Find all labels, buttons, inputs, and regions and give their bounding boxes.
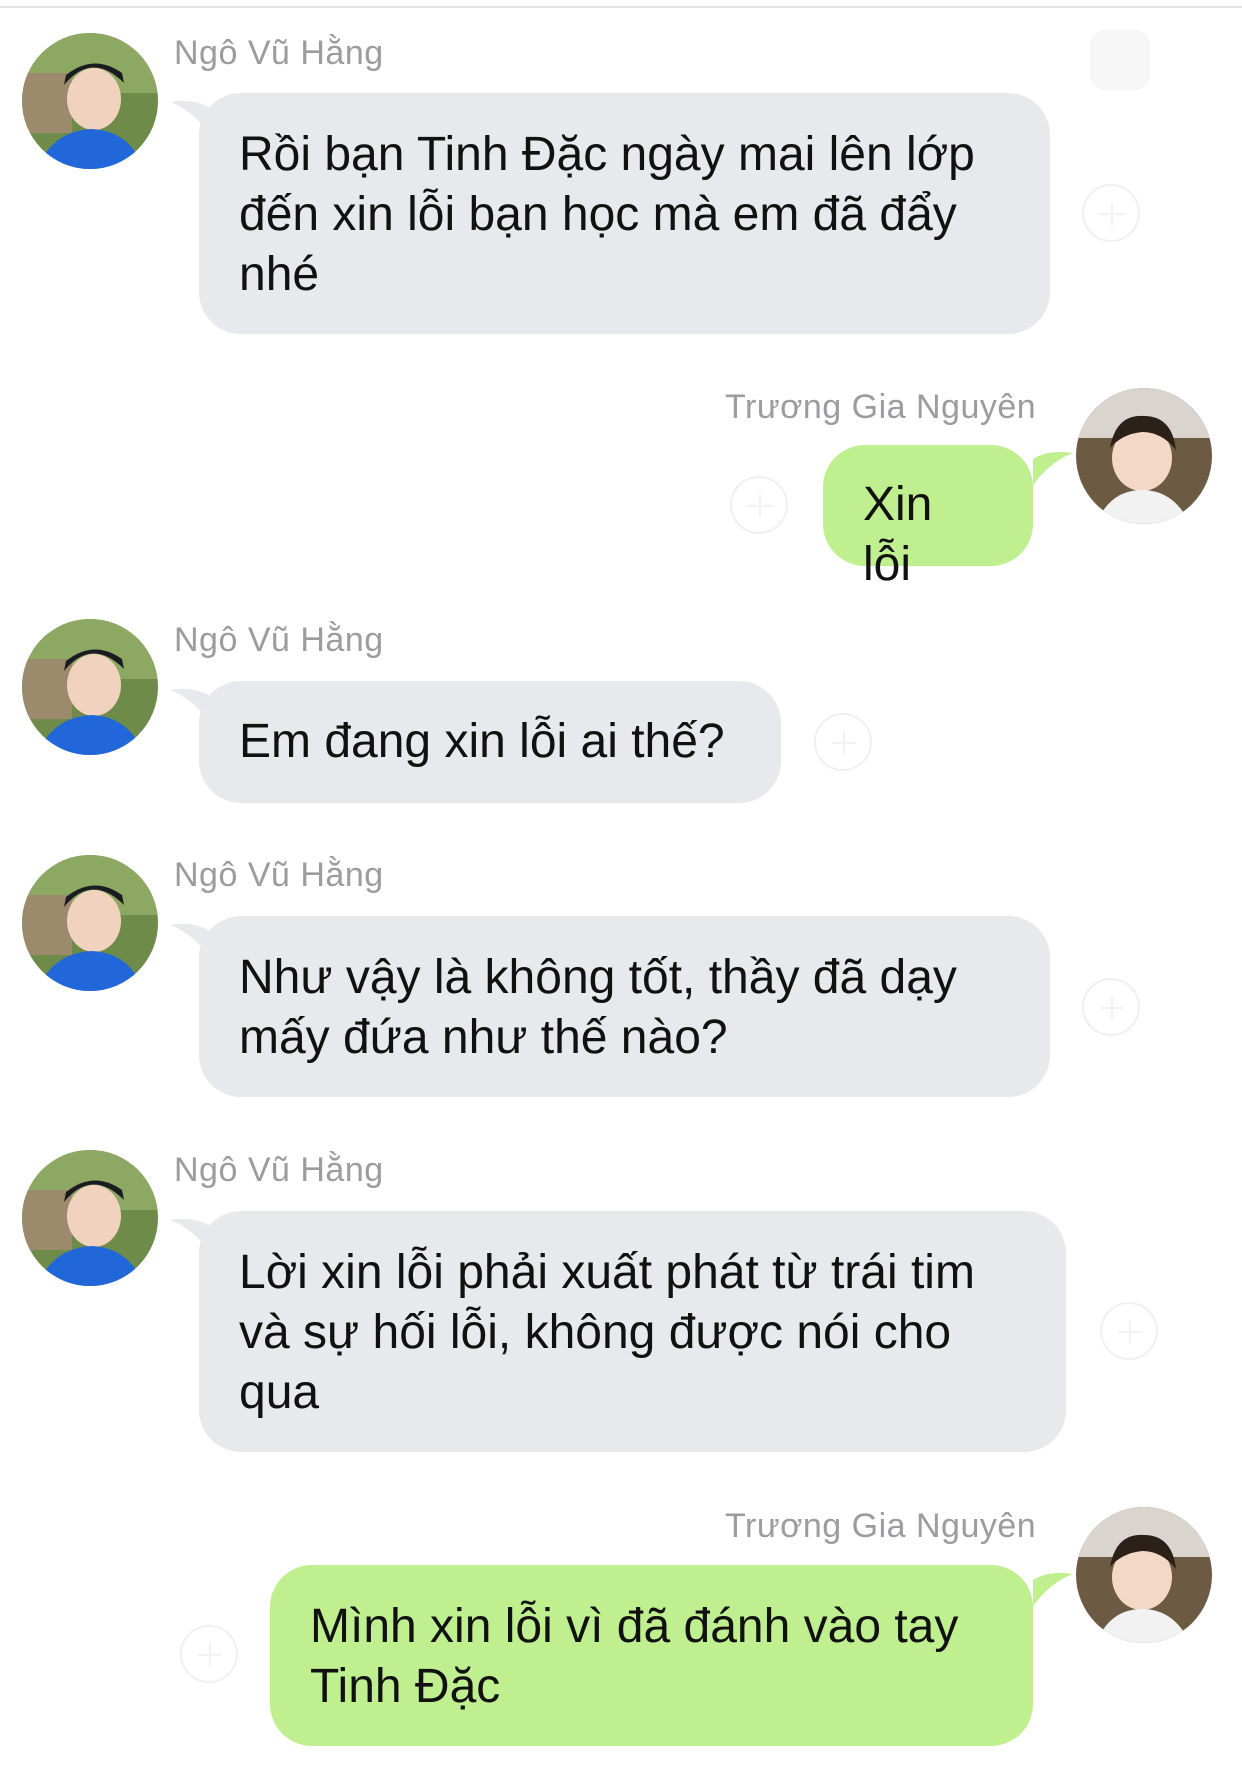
avatar-photo-icon — [1076, 388, 1212, 524]
sender-avatar-truong-gia-nguyen[interactable] — [1076, 1507, 1212, 1643]
sender-name: Trương Gia Nguyên — [725, 388, 1037, 426]
add-reaction-icon[interactable] — [1082, 978, 1140, 1036]
avatar-photo-icon — [22, 855, 158, 991]
avatar-photo-icon — [22, 619, 158, 755]
top-divider — [0, 6, 1242, 8]
sender-avatar-truong-gia-nguyen[interactable] — [1076, 388, 1212, 524]
message-bubble[interactable]: Xin lỗi — [823, 445, 1033, 591]
message-bubble[interactable]: Mình xin lỗi vì đã đánh vào tay Tinh Đặc — [270, 1565, 1033, 1746]
sender-avatar-ngo-vu-hang[interactable] — [22, 619, 158, 755]
add-reaction-icon[interactable] — [730, 476, 788, 534]
message-bubble[interactable]: Rồi bạn Tinh Đặc ngày mai lên lớp đến xi… — [199, 93, 1050, 334]
message-bubble[interactable]: Lời xin lỗi phải xuất phát từ trái tim v… — [199, 1211, 1066, 1452]
message-bubble[interactable]: Em đang xin lỗi ai thế? — [199, 681, 781, 803]
sender-avatar-ngo-vu-hang[interactable] — [22, 855, 158, 991]
message-bubble[interactable]: Như vậy là không tốt, thầy đã dạy mấy đứ… — [199, 916, 1050, 1097]
avatar-photo-icon — [22, 1150, 158, 1286]
bubble-tail — [1033, 451, 1073, 485]
add-reaction-icon[interactable] — [1100, 1302, 1158, 1360]
avatar-photo-icon — [1076, 1507, 1212, 1643]
sender-name: Trương Gia Nguyên — [725, 1507, 1037, 1545]
add-reaction-icon[interactable] — [814, 713, 872, 771]
bubble-tail — [1033, 1572, 1073, 1606]
sender-name: Ngô Vũ Hằng — [174, 856, 384, 894]
add-reaction-icon[interactable] — [180, 1625, 238, 1683]
avatar-photo-icon — [22, 33, 158, 169]
faded-corner-icon — [1090, 30, 1150, 90]
sender-name: Ngô Vũ Hằng — [174, 621, 384, 659]
add-reaction-icon[interactable] — [1082, 184, 1140, 242]
sender-avatar-ngo-vu-hang[interactable] — [22, 1150, 158, 1286]
sender-name: Ngô Vũ Hằng — [174, 1151, 384, 1189]
sender-avatar-ngo-vu-hang[interactable] — [22, 33, 158, 169]
sender-name: Ngô Vũ Hằng — [174, 34, 384, 72]
